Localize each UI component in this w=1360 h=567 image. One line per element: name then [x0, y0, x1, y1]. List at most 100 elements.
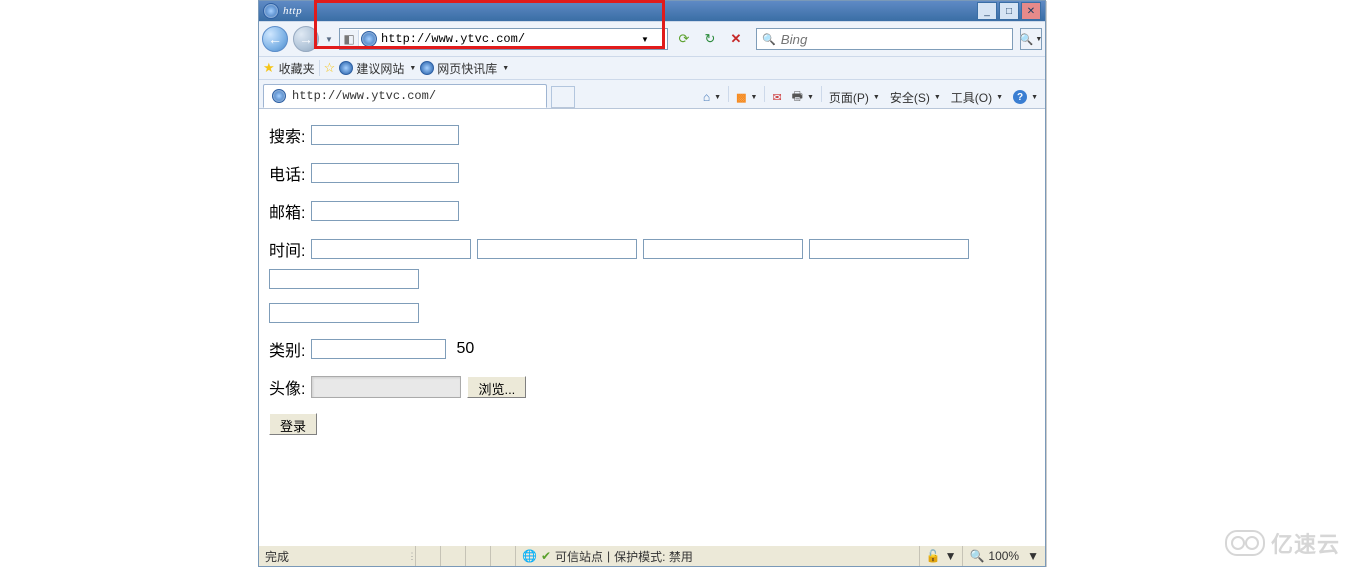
- label-time: 时间:: [269, 237, 305, 261]
- input-email[interactable]: [311, 201, 459, 221]
- safety-menu[interactable]: 安全(S)▼: [887, 86, 944, 108]
- label-avatar: 头像:: [269, 375, 305, 399]
- suggested-sites-link[interactable]: 建议网站 ▼: [339, 60, 416, 77]
- status-pane-3: [465, 546, 490, 566]
- back-button[interactable]: ←: [262, 26, 288, 52]
- tab-title: http://www.ytvc.com/: [292, 89, 436, 103]
- label-search: 搜索:: [269, 123, 305, 147]
- compat-button[interactable]: ⟳: [673, 28, 695, 50]
- address-bar[interactable]: ◧ ▼: [339, 28, 668, 50]
- chevron-down-icon: ▼: [1027, 549, 1039, 563]
- stop-button[interactable]: ✕: [725, 28, 747, 50]
- chevron-down-icon: ▼: [502, 65, 509, 72]
- browser-window: http _ □ ✕ ← → ▼ ◧ ▼ ⟳ ↻ ✕: [258, 0, 1046, 567]
- home-button[interactable]: ⌂▼: [700, 86, 724, 108]
- ie-icon: [263, 3, 279, 19]
- status-bar: 完成 ⋮ 🌐 ✔ 可信站点 | 保护模式: 禁用 🔓▼ 🔍 100% ▼: [259, 545, 1045, 566]
- tab-command-bar: http://www.ytvc.com/ ⌂▼ ▩▼ ✉ 🖶▼ 页面(P)▼ 安…: [259, 80, 1045, 109]
- page-menu[interactable]: 页面(P)▼: [826, 86, 883, 108]
- search-go-button[interactable]: 🔍▼: [1020, 28, 1042, 50]
- browse-button[interactable]: 浏览...: [467, 376, 526, 398]
- globe-icon: 🌐: [522, 549, 537, 563]
- label-category: 类别:: [269, 337, 305, 361]
- shield-icon: ✔: [541, 549, 551, 563]
- tab-page-icon: [272, 89, 286, 103]
- rss-button[interactable]: ▩▼: [733, 86, 760, 108]
- row-submit: 登录: [269, 413, 1035, 435]
- window-minimize-button[interactable]: _: [977, 2, 997, 20]
- help-icon: ?: [1013, 90, 1027, 104]
- read-mail-button[interactable]: ✉: [769, 86, 784, 108]
- input-phone[interactable]: [311, 163, 459, 183]
- input-time-3[interactable]: [643, 239, 803, 259]
- input-search[interactable]: [311, 125, 459, 145]
- tab-active[interactable]: http://www.ytvc.com/: [263, 84, 547, 108]
- star-icon[interactable]: ★: [263, 60, 275, 76]
- web-slice-label: 网页快讯库: [437, 60, 497, 77]
- status-pane-2: [440, 546, 465, 566]
- forward-button[interactable]: →: [293, 26, 319, 52]
- compat-view-icon[interactable]: ◧: [340, 30, 359, 48]
- status-security-zone[interactable]: 🌐 ✔ 可信站点 | 保护模式: 禁用: [515, 546, 919, 566]
- navigation-toolbar: ← → ▼ ◧ ▼ ⟳ ↻ ✕ 🔍 🔍▼: [259, 21, 1045, 57]
- printer-icon: 🖶: [792, 87, 803, 108]
- input-time-4[interactable]: [809, 239, 969, 259]
- new-tab-button[interactable]: [551, 86, 575, 108]
- page-icon: [361, 31, 377, 47]
- status-zoom[interactable]: 🔍 100% ▼: [962, 546, 1045, 566]
- status-pane-4: [490, 546, 515, 566]
- address-dropdown-icon[interactable]: ▼: [637, 35, 653, 44]
- window-maximize-button[interactable]: □: [999, 2, 1019, 20]
- input-time-2[interactable]: [477, 239, 637, 259]
- search-icon: 🔍: [762, 33, 776, 46]
- protected-mode-label: 保护模式: 禁用: [614, 548, 693, 565]
- row-time-extra1: [269, 269, 1035, 289]
- tools-menu[interactable]: 工具(O)▼: [948, 86, 1006, 108]
- window-close-button[interactable]: ✕: [1021, 2, 1041, 20]
- watermark-text: 亿速云: [1271, 527, 1340, 559]
- row-time-extra2: [269, 303, 1035, 323]
- window-titlebar: http _ □ ✕: [259, 1, 1045, 21]
- label-phone: 电话:: [269, 161, 305, 185]
- status-pane-1: [415, 546, 440, 566]
- refresh-button[interactable]: ↻: [699, 28, 721, 50]
- row-time: 时间:: [269, 237, 1035, 261]
- print-button[interactable]: 🖶▼: [789, 86, 817, 108]
- row-search: 搜索:: [269, 123, 1035, 147]
- row-email: 邮箱:: [269, 199, 1035, 223]
- rss-icon: ▩: [736, 91, 746, 104]
- status-privacy[interactable]: 🔓▼: [919, 546, 963, 566]
- input-category[interactable]: [311, 339, 446, 359]
- lock-icon: 🔓: [926, 549, 941, 563]
- watermark-logo-icon: [1225, 530, 1265, 556]
- search-input[interactable]: [779, 31, 1010, 48]
- ie-icon: [339, 61, 353, 75]
- pin-star-icon[interactable]: ☆: [324, 60, 336, 76]
- input-time-6[interactable]: [269, 303, 419, 323]
- row-phone: 电话:: [269, 161, 1035, 185]
- page-content: 搜索: 电话: 邮箱: 时间:: [259, 109, 1045, 545]
- favbar-separator: [319, 60, 320, 76]
- zoom-level: 100%: [988, 549, 1019, 563]
- nav-history-dropdown[interactable]: ▼: [324, 28, 334, 50]
- range-output: 50: [456, 340, 474, 358]
- chevron-down-icon: ▼: [409, 65, 416, 72]
- web-slice-link[interactable]: 网页快讯库 ▼: [420, 60, 509, 77]
- window-title: http: [283, 5, 977, 17]
- favorites-label[interactable]: 收藏夹: [279, 60, 315, 77]
- submit-button[interactable]: 登录: [269, 413, 317, 435]
- label-email: 邮箱:: [269, 199, 305, 223]
- row-avatar: 头像: 浏览...: [269, 375, 1035, 399]
- ie-icon: [420, 61, 434, 75]
- address-input[interactable]: [379, 30, 637, 48]
- search-box[interactable]: 🔍: [756, 28, 1013, 50]
- watermark: 亿速云: [1225, 527, 1340, 559]
- suggested-sites-label: 建议网站: [356, 60, 404, 77]
- home-icon: ⌂: [703, 90, 710, 104]
- help-button[interactable]: ?▼: [1010, 86, 1041, 108]
- status-done: 完成: [259, 546, 409, 566]
- input-time-5[interactable]: [269, 269, 419, 289]
- file-path-display: [311, 376, 461, 398]
- input-time-1[interactable]: [311, 239, 471, 259]
- row-category: 类别: 50: [269, 337, 1035, 361]
